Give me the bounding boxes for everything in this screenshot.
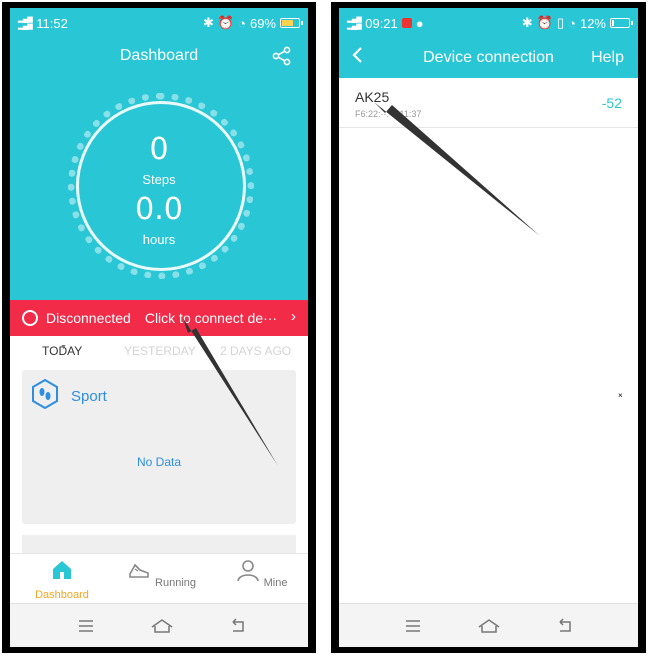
notification-icon [401, 18, 412, 28]
device-list-item[interactable]: AK25 F6:22:··:·5:11:37 -52 [339, 78, 638, 128]
nav-label: Dashboard [35, 589, 89, 601]
connect-action: Click to connect de··· [144, 310, 278, 326]
left-phone-frame: ▂▄▆ ▂▄▆ 11:52 ✱ ⏰ ◔ 69% Dashboard 0 Steps… [2, 2, 316, 653]
status-time: 09:21 [365, 15, 398, 31]
tab-2-days-ago[interactable]: 2 DAYS AGO [220, 344, 291, 358]
chat-icon: ● [415, 15, 424, 31]
alarm-icon: ⏰ [536, 15, 553, 30]
bluetooth-icon: ✱ [203, 15, 214, 30]
bluetooth-icon: ✱ [521, 15, 533, 30]
sport-title: Sport [71, 388, 107, 405]
device-rssi: -52 [601, 95, 622, 111]
person-icon [236, 560, 259, 582]
nav-label: Mine [263, 577, 288, 589]
battery-icon [280, 18, 303, 28]
nav-running[interactable]: Running [121, 558, 201, 589]
connection-status: Disconnected [46, 310, 131, 326]
vibrate-icon: ▯ [556, 15, 565, 30]
bottom-nav: Dashboard Running Mine [10, 553, 308, 603]
sport-hex-icon [32, 379, 58, 409]
share-icon[interactable] [272, 46, 292, 66]
steps-label: Steps [142, 172, 176, 187]
marker-dot-icon: × [618, 391, 623, 400]
system-nav-bar [10, 603, 308, 647]
help-button[interactable]: Help [591, 49, 624, 67]
status-time: 11:52 [36, 15, 68, 31]
connect-banner[interactable]: Disconnected Click to connect de··· › [10, 300, 308, 336]
wifi-icon: ◔ [238, 15, 246, 31]
home-icon [53, 561, 71, 579]
battery-percent: 12% [579, 15, 606, 31]
back-button-icon[interactable] [555, 616, 575, 636]
selected-indicator-icon: ▼ [60, 344, 67, 351]
dashboard-screen: ▂▄▆ ▂▄▆ 11:52 ✱ ⏰ ◔ 69% Dashboard 0 Steps… [10, 8, 308, 647]
nav-dashboard[interactable]: Dashboard [22, 558, 102, 601]
home-button-icon[interactable] [477, 616, 501, 636]
no-data-text: No Data [136, 455, 182, 469]
battery-icon [610, 18, 633, 28]
steps-value: 0 [149, 132, 169, 167]
device-mac: F6:22:··:·5:11:37 [355, 109, 422, 119]
signal-icon: ▂▄▆ ▂▄▆ [347, 16, 362, 30]
shoe-icon [129, 563, 149, 578]
device-connection-screen: ▂▄▆ ▂▄▆ 09:21 ● ✱ ⏰ ▯ ◔ 12% Device connec… [339, 8, 638, 647]
back-button-icon[interactable] [228, 616, 248, 636]
chevron-right-icon: › [291, 308, 296, 325]
wifi-icon: ◔ [568, 15, 576, 31]
sport-card[interactable]: Sport No Data [22, 370, 296, 524]
right-phone-frame: ▂▄▆ ▂▄▆ 09:21 ● ✱ ⏰ ▯ ◔ 12% Device connec… [331, 2, 646, 653]
signal-icon: ▂▄▆ ▂▄▆ [18, 16, 33, 30]
device-name: AK25 [355, 89, 390, 105]
hours-label: hours [142, 232, 176, 247]
system-nav-bar [339, 603, 638, 647]
day-tabs: TODAY YESTERDAY 2 DAYS AGO ▼ [10, 344, 308, 368]
nav-label: Running [155, 577, 197, 589]
alarm-icon: ⏰ [217, 15, 235, 30]
hours-value: 0.0 [135, 192, 183, 227]
nav-mine[interactable]: Mine [221, 558, 301, 589]
page-title: Dashboard [119, 47, 199, 64]
status-bar: ▂▄▆ ▂▄▆ 11:52 ✱ ⏰ ◔ 69% [10, 8, 308, 38]
menu-icon[interactable] [76, 616, 96, 636]
home-button-icon[interactable] [150, 616, 174, 636]
tab-yesterday[interactable]: YESTERDAY [124, 344, 196, 358]
status-bar: ▂▄▆ ▂▄▆ 09:21 ● ✱ ⏰ ▯ ◔ 12% [339, 8, 638, 38]
disconnected-icon [22, 310, 38, 326]
menu-icon[interactable] [403, 616, 423, 636]
battery-percent: 69% [249, 15, 276, 31]
